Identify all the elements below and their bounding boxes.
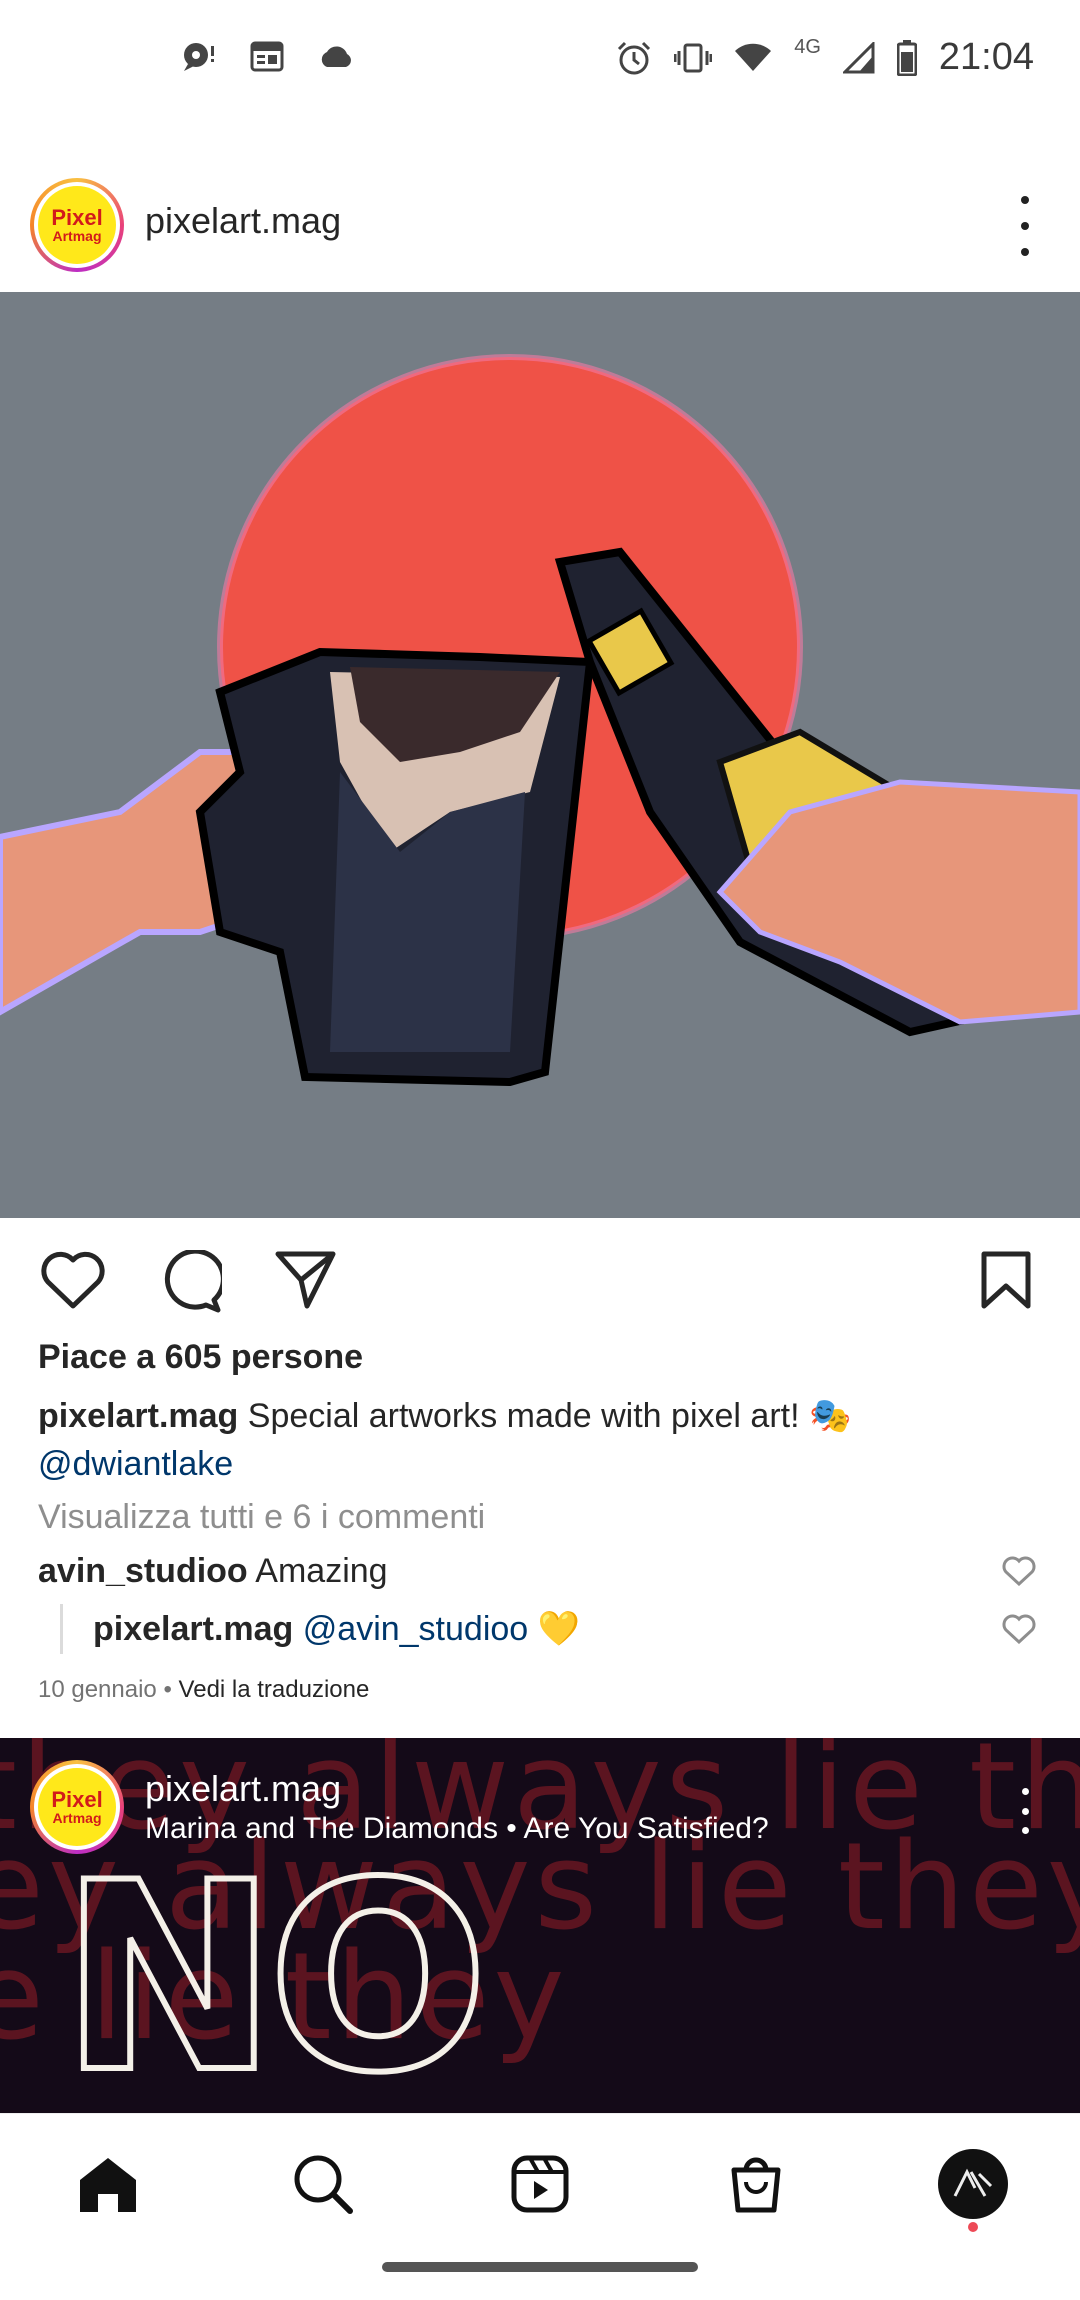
share-icon[interactable]: [275, 1250, 337, 1315]
calendar-icon: [250, 40, 284, 72]
reply-username[interactable]: pixelart.mag: [93, 1610, 293, 1648]
meta-separator: •: [163, 1676, 172, 1703]
vibrate-icon: [674, 42, 713, 74]
gesture-home-bar[interactable]: [382, 2262, 698, 2272]
comment-row: avin_studioo Amazing: [38, 1552, 388, 1591]
heart-icon[interactable]: [40, 1250, 106, 1315]
reel-audio-title[interactable]: Marina and The Diamonds • Are You Satisf…: [145, 1812, 769, 1846]
comment-text: Amazing: [255, 1552, 388, 1590]
bookmark-icon[interactable]: [980, 1250, 1032, 1315]
reply-row: pixelart.mag @avin_studioo 💛: [60, 1604, 580, 1654]
caption-mention[interactable]: @dwiantlake: [38, 1445, 233, 1483]
caption-username[interactable]: pixelart.mag: [38, 1397, 238, 1435]
post-meta: 10 gennaio • Vedi la traduzione: [38, 1676, 369, 1704]
likes-count[interactable]: Piace a 605 persone: [38, 1338, 363, 1377]
avatar[interactable]: Pixel Artmag: [30, 178, 124, 272]
status-bar-right-icons: 4G 21:04: [616, 36, 1034, 79]
post-caption: pixelart.mag Special artworks made with …: [38, 1392, 1048, 1488]
post-date: 10 gennaio: [38, 1676, 157, 1703]
reel-overlay-text: NO: [57, 1825, 492, 2113]
post-username[interactable]: pixelart.mag: [145, 200, 341, 242]
post-image[interactable]: [0, 292, 1080, 1218]
notification-dot: [968, 2222, 978, 2232]
caption-text: Special artworks made with pixel art! 🎭: [247, 1397, 852, 1435]
reel-more-options-icon[interactable]: [1010, 1788, 1040, 1834]
comment-username[interactable]: avin_studioo: [38, 1552, 248, 1590]
alarm-icon: [616, 40, 652, 76]
signal-icon: [842, 41, 875, 74]
see-translation-link[interactable]: Vedi la traduzione: [179, 1676, 370, 1703]
reply-like-heart-icon[interactable]: [1002, 1614, 1036, 1649]
reel-avatar-logo-subtext: Artmag: [52, 1810, 102, 1826]
avatar-logo-text: Pixel: [51, 205, 103, 230]
post-actions: [0, 1240, 1080, 1320]
comment-icon[interactable]: [158, 1248, 226, 1319]
wifi-icon: [734, 43, 772, 73]
reel-avatar-border: Pixel Artmag: [34, 1764, 120, 1850]
avatar-logo-subtext: Artmag: [52, 228, 102, 244]
avatar-border: Pixel Artmag: [34, 182, 120, 268]
network-type: 4G: [794, 36, 821, 58]
reel-avatar-logo-text: Pixel: [51, 1787, 103, 1812]
reel-username[interactable]: pixelart.mag: [145, 1768, 341, 1810]
reply-mention[interactable]: @avin_studioo: [303, 1610, 528, 1648]
search-icon[interactable]: [283, 2144, 363, 2224]
post-header: Pixel Artmag pixelart.mag: [0, 170, 1080, 290]
avatar-logo: Pixel Artmag: [38, 186, 116, 264]
home-icon[interactable]: [68, 2144, 148, 2224]
status-bar-left-icons: [180, 40, 354, 72]
more-options-icon[interactable]: [1010, 196, 1040, 256]
profile-avatar-image: [938, 2149, 1008, 2219]
reels-icon[interactable]: [500, 2144, 580, 2224]
shop-icon[interactable]: [716, 2144, 796, 2224]
reel-post[interactable]: they always lie they al ey always lie th…: [0, 1738, 1080, 2113]
reel-avatar-logo: Pixel Artmag: [38, 1768, 116, 1846]
profile-avatar[interactable]: [933, 2144, 1013, 2224]
cloud-icon: [318, 43, 354, 69]
view-all-comments-link[interactable]: Visualizza tutti e 6 i commenti: [38, 1498, 485, 1537]
reel-avatar[interactable]: Pixel Artmag: [30, 1760, 124, 1854]
status-bar: 4G 21:04: [0, 0, 1080, 120]
chat-bubble-icon: [180, 40, 216, 72]
pixel-art-illustration: [0, 292, 1080, 1218]
comment-like-heart-icon[interactable]: [1002, 1556, 1036, 1591]
reply-text: 💛: [537, 1610, 580, 1648]
battery-icon: [896, 39, 917, 76]
clock-time: 21:04: [938, 36, 1034, 78]
